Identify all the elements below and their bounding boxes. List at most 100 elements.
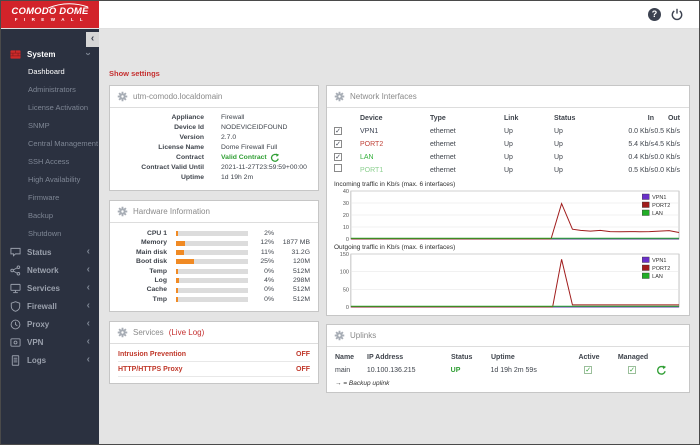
interface-link[interactable]: VPN1 xyxy=(360,125,430,138)
shield-icon xyxy=(10,301,21,312)
incoming-traffic-chart: Incoming traffic in Kb/s (max. 6 interfa… xyxy=(327,181,689,241)
svg-text:VPN1: VPN1 xyxy=(652,195,666,201)
chevron-down-icon: ‹ xyxy=(83,52,93,55)
help-icon[interactable]: ? xyxy=(648,8,661,21)
info-row: Contract Valid Until2021-11-27T23:59:59+… xyxy=(118,163,310,173)
interface-checkbox[interactable] xyxy=(334,153,342,161)
uplink-status: UP xyxy=(451,364,491,377)
usage-bar xyxy=(176,288,248,293)
svg-text:40: 40 xyxy=(343,189,349,195)
clock-icon xyxy=(10,319,21,330)
panel-title: utm-comodo.localdomain xyxy=(133,92,222,101)
hardware-row: Main disk11%31.2G xyxy=(118,248,310,257)
svg-text:LAN: LAN xyxy=(652,274,663,280)
sidebar-item-firmware[interactable]: Firmware xyxy=(1,189,99,207)
table-row: PORT1 ethernet Up Up 0.5 Kb/s 0.0 Kb/s xyxy=(334,164,682,177)
service-name[interactable]: HTTP/HTTPS Proxy xyxy=(118,366,183,373)
sidebar-item-shutdown[interactable]: Shutdown xyxy=(1,225,99,243)
sidebar-item-high-availability[interactable]: High Availability xyxy=(1,171,99,189)
top-header: COMODO DOME F I R E W A L L ? xyxy=(1,1,699,29)
uplinks-panel: Uplinks Name IP Address Status Uptime Ac… xyxy=(326,324,690,393)
sidebar-item-license-activation[interactable]: License Activation xyxy=(1,99,99,117)
svg-text:0: 0 xyxy=(346,237,349,241)
chevron-left-icon: ‹ xyxy=(87,283,90,293)
sidebar-item-status[interactable]: Status ‹ xyxy=(1,243,99,261)
interface-checkbox[interactable] xyxy=(334,164,342,172)
sidebar-item-label: Services xyxy=(27,284,60,293)
hardware-row: Boot disk25%120M xyxy=(118,257,310,266)
sidebar-item-network[interactable]: Network ‹ xyxy=(1,261,99,279)
service-row: Intrusion Prevention OFF xyxy=(118,347,310,362)
gear-icon xyxy=(117,91,128,102)
svg-text:PORT2: PORT2 xyxy=(652,203,670,209)
panel-title: Services xyxy=(133,328,164,337)
sidebar-item-proxy[interactable]: Proxy ‹ xyxy=(1,315,99,333)
hardware-row: Tmp0%512M xyxy=(118,295,310,304)
show-settings-link[interactable]: Show settings xyxy=(109,69,160,78)
info-row: Device IdNODEVICEIDFOUND xyxy=(118,123,310,133)
panel-title: Uplinks xyxy=(350,331,376,340)
refresh-icon[interactable] xyxy=(270,153,280,163)
sidebar-item-label: Logs xyxy=(27,356,46,365)
power-icon[interactable] xyxy=(670,8,684,22)
services-panel: Services (Live Log) Intrusion Prevention… xyxy=(109,321,319,384)
sidebar-item-backup[interactable]: Backup xyxy=(1,207,99,225)
sidebar-item-system[interactable]: System ‹ xyxy=(1,45,99,63)
interface-checkbox[interactable] xyxy=(334,140,342,148)
hardware-information-panel: Hardware Information CPU 12% Memory12%18… xyxy=(109,200,319,312)
panel-title: Hardware Information xyxy=(133,207,210,216)
live-log-link[interactable]: (Live Log) xyxy=(169,328,205,337)
table-header-row: Device Type Link Status In Out xyxy=(334,112,682,125)
service-state: OFF xyxy=(296,351,310,358)
gear-icon xyxy=(117,206,128,217)
interface-link[interactable]: LAN xyxy=(360,151,430,164)
chevron-left-icon: ‹ xyxy=(87,247,90,257)
sidebar-item-ssh-access[interactable]: SSH Access xyxy=(1,153,99,171)
dashboard-content: Show settings utm-comodo.localdomain App… xyxy=(99,29,699,444)
info-row-contract: Contract Valid Contract xyxy=(118,153,310,163)
table-row: PORT2 ethernet Up Up 5.4 Kb/s 4.5 Kb/s xyxy=(334,138,682,151)
interface-checkbox[interactable] xyxy=(334,127,342,135)
sidebar-item-label: System xyxy=(27,50,55,59)
sidebar-item-logs[interactable]: Logs ‹ xyxy=(1,351,99,369)
info-row: Uptime1d 19h 2m xyxy=(118,173,310,183)
gear-icon xyxy=(334,330,345,341)
chevron-left-icon: ‹ xyxy=(87,355,90,365)
sidebar-item-vpn[interactable]: VPN ‹ xyxy=(1,333,99,351)
sidebar-collapse-button[interactable]: ‹ xyxy=(86,32,99,47)
uplink-managed-checkbox[interactable] xyxy=(628,366,636,374)
svg-text:150: 150 xyxy=(340,252,349,258)
svg-text:VPN1: VPN1 xyxy=(652,258,666,264)
document-icon xyxy=(10,355,21,366)
screen-lock-icon xyxy=(10,337,21,348)
table-row: main 10.100.136.215 UP 1d 19h 2m 59s xyxy=(335,364,681,377)
svg-text:LAN: LAN xyxy=(652,211,663,217)
chevron-left-icon: ‹ xyxy=(87,319,90,329)
backup-uplink-note: → = Backup uplink xyxy=(335,380,681,387)
panel-title: Network Interfaces xyxy=(350,92,417,101)
interfaces-table: Device Type Link Status In Out VPN1 ethe… xyxy=(327,108,689,178)
svg-text:30: 30 xyxy=(343,201,349,207)
chevron-left-icon: ‹ xyxy=(87,265,90,275)
chart-title: Incoming traffic in Kb/s (max. 6 interfa… xyxy=(334,181,682,188)
info-row: Version2.7.0 xyxy=(118,133,310,143)
svg-text:PORT2: PORT2 xyxy=(652,266,670,272)
speech-bubble-icon xyxy=(10,247,21,258)
refresh-icon[interactable] xyxy=(656,365,667,376)
interface-link[interactable]: PORT2 xyxy=(360,138,430,151)
sidebar-item-snmp[interactable]: SNMP xyxy=(1,117,99,135)
service-name[interactable]: Intrusion Prevention xyxy=(118,351,186,358)
sidebar-item-firewall[interactable]: Firewall ‹ xyxy=(1,297,99,315)
sidebar-item-label: Status xyxy=(27,248,51,257)
sidebar-item-administrators[interactable]: Administrators xyxy=(1,81,99,99)
chart-title: Outgoing traffic in Kb/s (max. 6 interfa… xyxy=(334,244,682,251)
interface-link[interactable]: PORT1 xyxy=(360,164,430,177)
svg-text:100: 100 xyxy=(340,270,349,276)
usage-bar xyxy=(176,231,248,236)
sidebar-item-services[interactable]: Services ‹ xyxy=(1,279,99,297)
sidebar-item-dashboard[interactable]: Dashboard xyxy=(1,63,99,81)
system-info-panel: utm-comodo.localdomain ApplianceFirewall… xyxy=(109,85,319,191)
table-row: VPN1 ethernet Up Up 0.0 Kb/s 0.5 Kb/s xyxy=(334,125,682,138)
sidebar-item-central-management[interactable]: Central Management xyxy=(1,135,99,153)
uplink-active-checkbox[interactable] xyxy=(584,366,592,374)
